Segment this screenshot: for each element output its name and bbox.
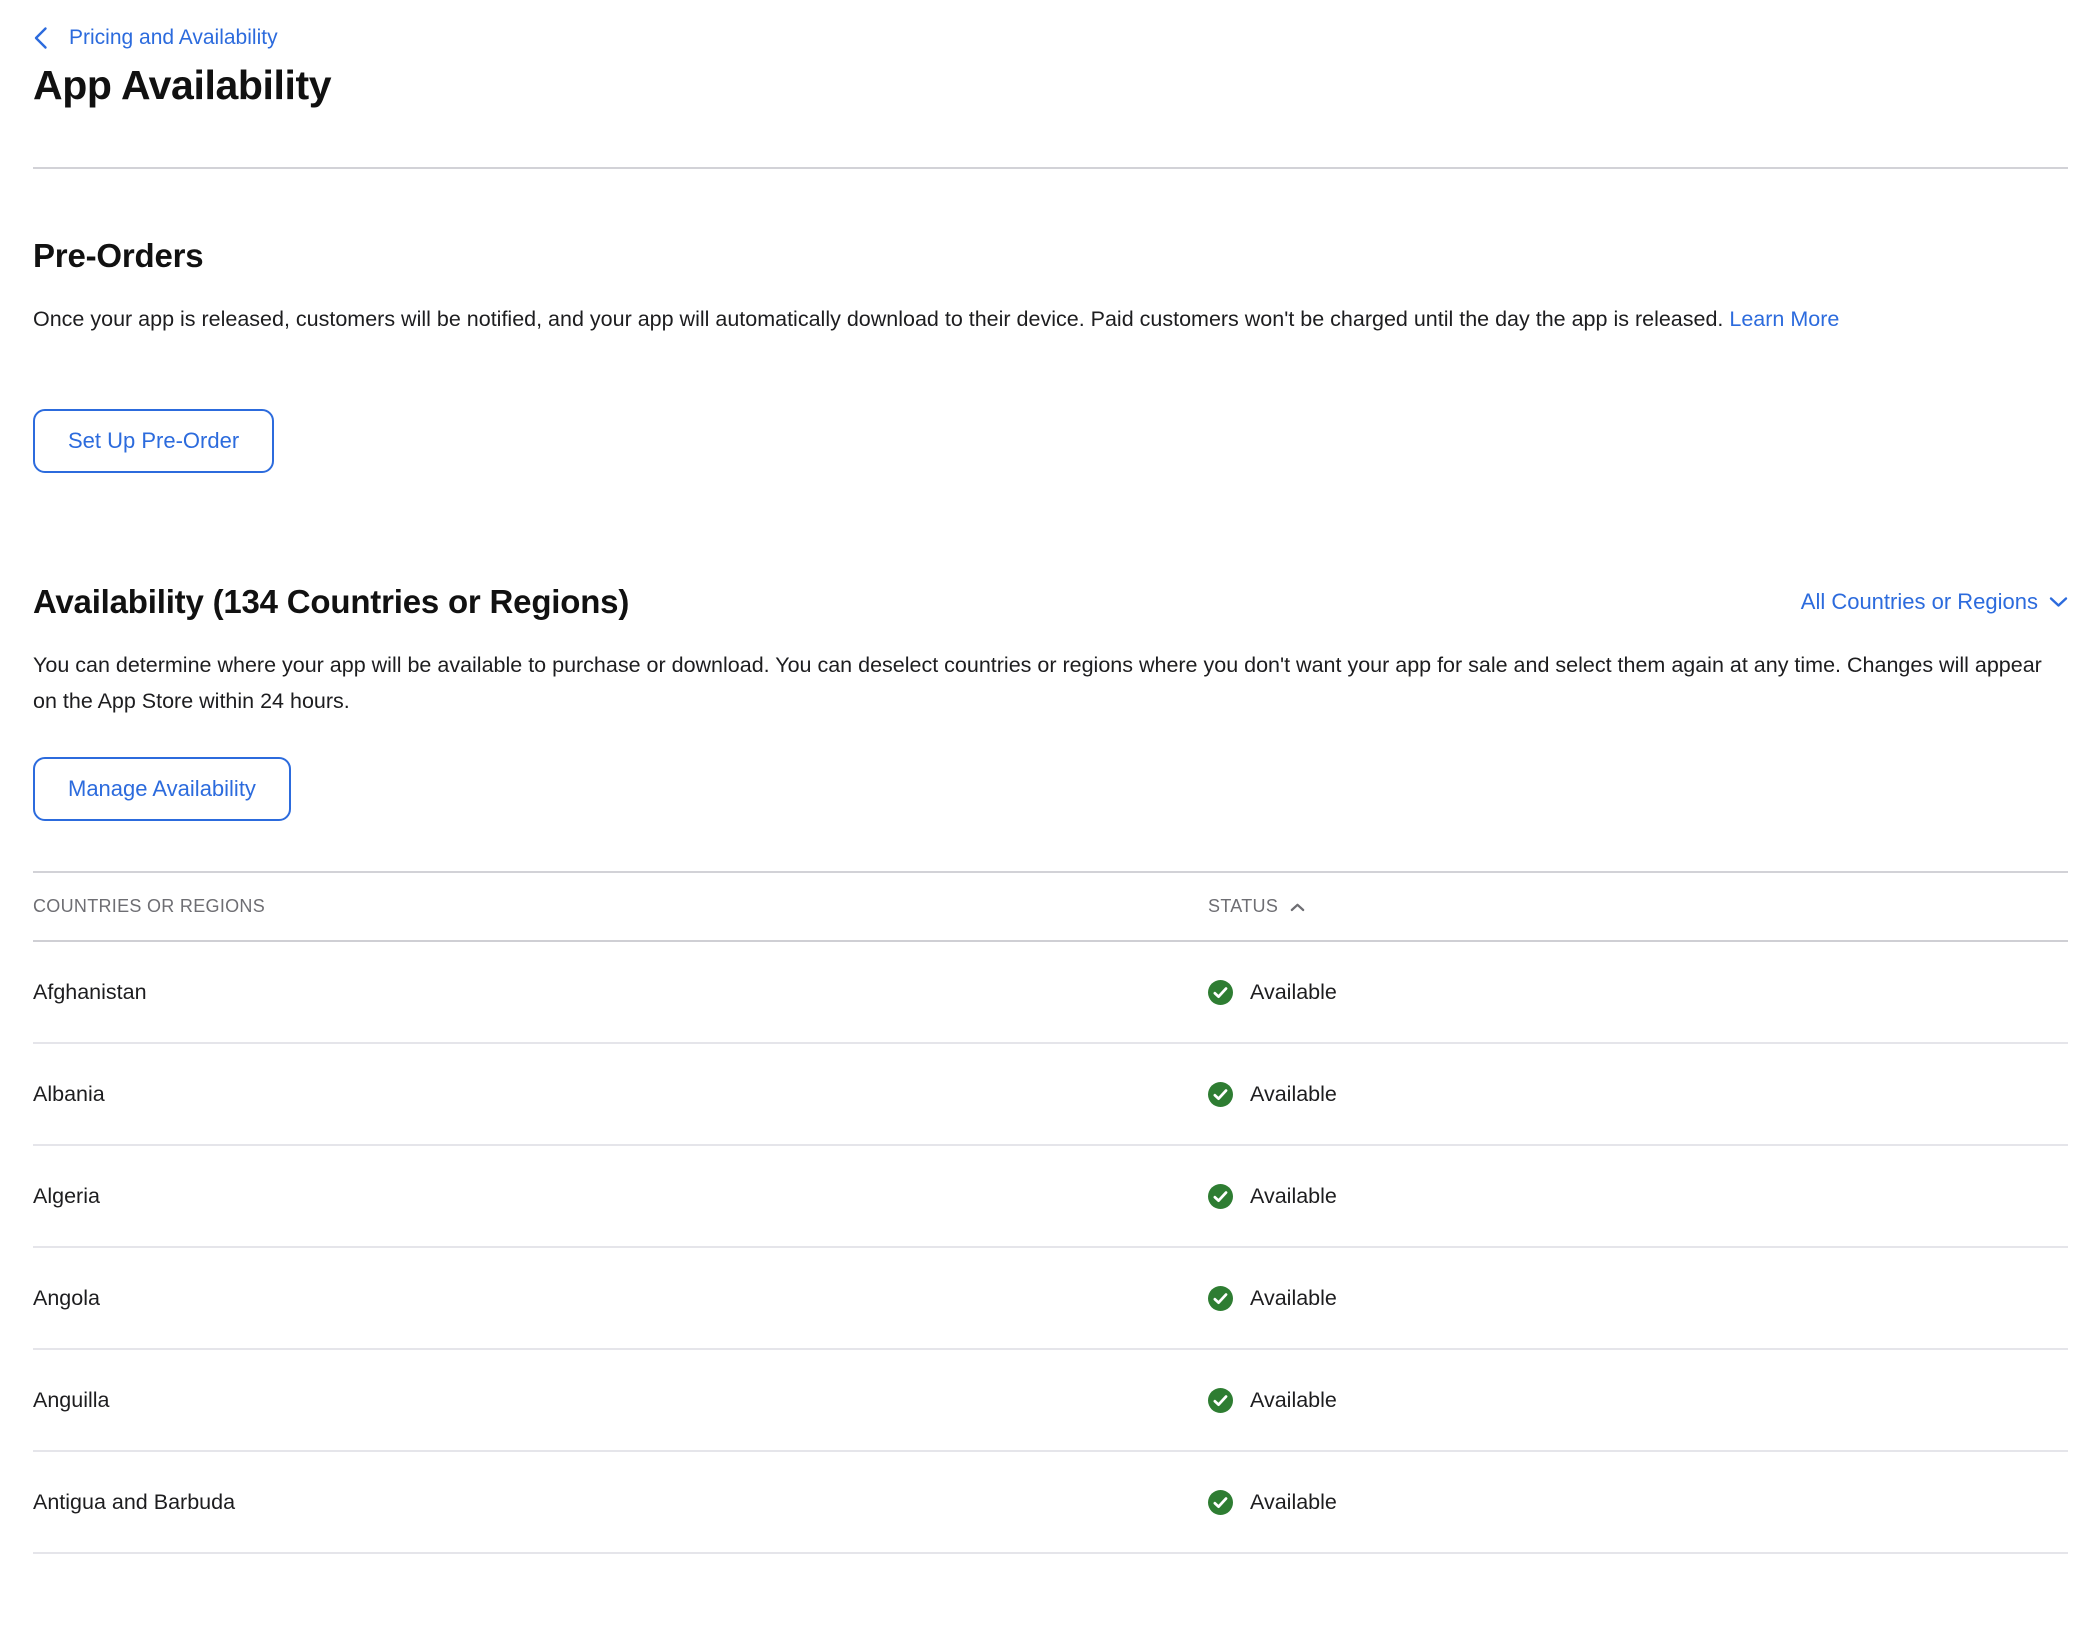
column-header-countries[interactable]: COUNTRIES OR REGIONS bbox=[33, 896, 1197, 917]
table-row: Algeria Available bbox=[33, 1146, 2068, 1248]
app-availability-page: Pricing and Availability App Availabilit… bbox=[0, 0, 2100, 1554]
country-name: Anguilla bbox=[33, 1388, 1197, 1413]
chevron-down-icon bbox=[2049, 596, 2068, 608]
pre-orders-heading: Pre-Orders bbox=[33, 237, 2068, 275]
status-label: Available bbox=[1250, 1082, 1337, 1107]
available-check-icon bbox=[1208, 1490, 1233, 1515]
available-check-icon bbox=[1208, 1082, 1233, 1107]
pre-orders-description-text: Once your app is released, customers wil… bbox=[33, 307, 1723, 331]
status-label: Available bbox=[1250, 1490, 1337, 1515]
chevron-left-icon bbox=[33, 26, 48, 50]
pre-orders-description: Once your app is released, customers wil… bbox=[33, 301, 2043, 337]
manage-availability-button[interactable]: Manage Availability bbox=[33, 757, 291, 821]
set-up-pre-order-button[interactable]: Set Up Pre-Order bbox=[33, 409, 274, 473]
availability-heading: Availability (134 Countries or Regions) bbox=[33, 583, 629, 621]
availability-section: Availability (134 Countries or Regions) … bbox=[33, 583, 2068, 1554]
availability-table-body: AfghanistanAvailableAlbaniaAvailableAlge… bbox=[33, 942, 2068, 1554]
country-filter-dropdown[interactable]: All Countries or Regions bbox=[1801, 589, 2068, 615]
learn-more-link[interactable]: Learn More bbox=[1729, 307, 1839, 331]
country-name: Algeria bbox=[33, 1184, 1197, 1209]
sort-ascending-icon bbox=[1290, 903, 1305, 912]
availability-table: COUNTRIES OR REGIONS STATUS AfghanistanA… bbox=[33, 871, 2068, 1554]
status-cell: Available bbox=[1197, 1184, 2068, 1209]
breadcrumb[interactable]: Pricing and Availability bbox=[33, 26, 278, 50]
available-check-icon bbox=[1208, 980, 1233, 1005]
available-check-icon bbox=[1208, 1286, 1233, 1311]
country-name: Angola bbox=[33, 1286, 1197, 1311]
availability-description: You can determine where your app will be… bbox=[33, 647, 2043, 719]
status-column-label: STATUS bbox=[1208, 896, 1278, 917]
breadcrumb-label[interactable]: Pricing and Availability bbox=[69, 26, 278, 50]
status-label: Available bbox=[1250, 1286, 1337, 1311]
status-cell: Available bbox=[1197, 1082, 2068, 1107]
table-row: Albania Available bbox=[33, 1044, 2068, 1146]
title-divider bbox=[33, 167, 2068, 169]
column-header-status[interactable]: STATUS bbox=[1197, 896, 2068, 917]
status-label: Available bbox=[1250, 1184, 1337, 1209]
status-cell: Available bbox=[1197, 980, 2068, 1005]
available-check-icon bbox=[1208, 1184, 1233, 1209]
country-filter-label[interactable]: All Countries or Regions bbox=[1801, 589, 2038, 615]
status-cell: Available bbox=[1197, 1388, 2068, 1413]
country-name: Albania bbox=[33, 1082, 1197, 1107]
country-name: Antigua and Barbuda bbox=[33, 1490, 1197, 1515]
country-name: Afghanistan bbox=[33, 980, 1197, 1005]
status-label: Available bbox=[1250, 980, 1337, 1005]
pre-orders-section: Pre-Orders Once your app is released, cu… bbox=[33, 237, 2068, 473]
status-cell: Available bbox=[1197, 1286, 2068, 1311]
page-title: App Availability bbox=[33, 62, 2068, 109]
table-row: Afghanistan Available bbox=[33, 942, 2068, 1044]
table-row: Angola Available bbox=[33, 1248, 2068, 1350]
availability-header: Availability (134 Countries or Regions) … bbox=[33, 583, 2068, 621]
table-row: Antigua and Barbuda Available bbox=[33, 1452, 2068, 1554]
status-label: Available bbox=[1250, 1388, 1337, 1413]
status-cell: Available bbox=[1197, 1490, 2068, 1515]
table-header-row: COUNTRIES OR REGIONS STATUS bbox=[33, 871, 2068, 942]
table-row: Anguilla Available bbox=[33, 1350, 2068, 1452]
available-check-icon bbox=[1208, 1388, 1233, 1413]
